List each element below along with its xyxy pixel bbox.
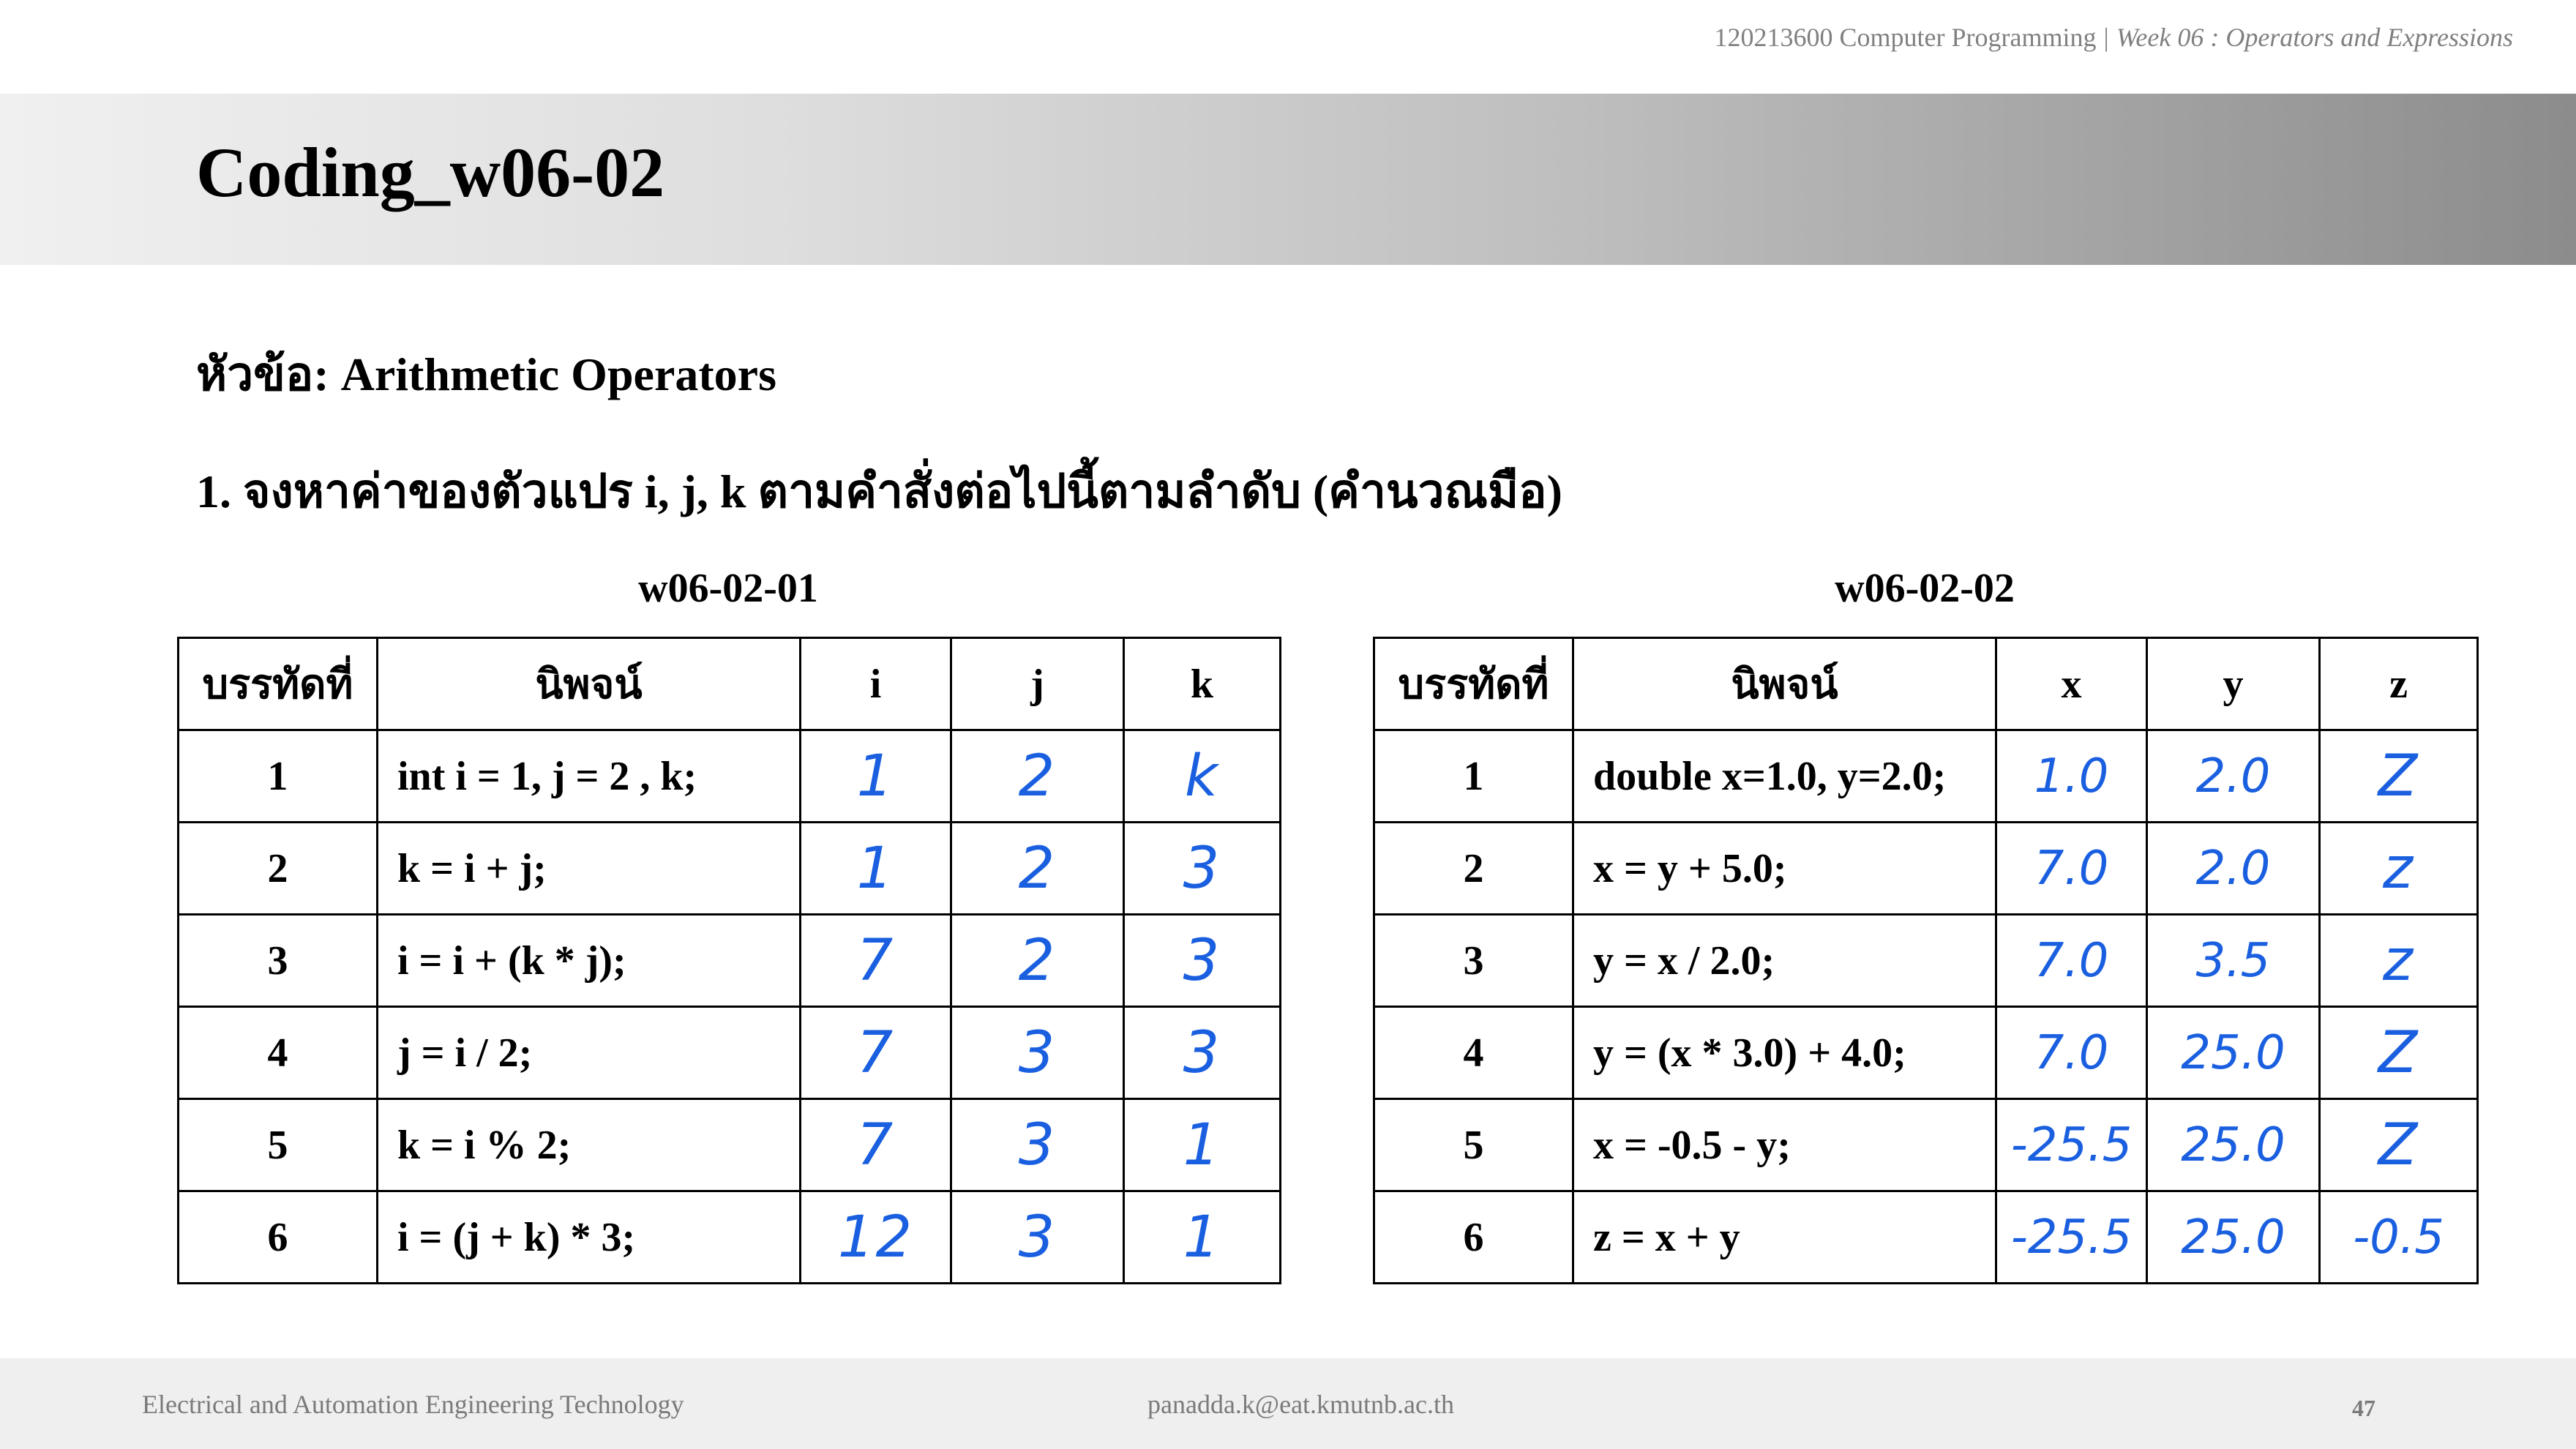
line-number: 1 [177, 729, 378, 823]
answer-k: 1 [1123, 1098, 1281, 1192]
answer-z: Z [2318, 1098, 2479, 1192]
table-caption-w06-02-01: w06-02-01 [638, 566, 818, 611]
table-header-row: บรรทัดที่ นิพจน์ x y z [1373, 637, 2479, 731]
answer-z: Z [2318, 729, 2479, 823]
expression: z = x + y [1572, 1190, 1997, 1284]
line-number: 5 [1373, 1098, 1574, 1192]
answer-k: 3 [1123, 821, 1281, 916]
line-number: 3 [177, 913, 378, 1008]
answer-k: 1 [1123, 1190, 1281, 1284]
answer-y: 3.5 [2146, 913, 2321, 1008]
line-number: 6 [1373, 1190, 1574, 1284]
answer-x: 7.0 [1995, 1006, 2148, 1100]
table-header-row: บรรทัดที่ นิพจน์ i j k [177, 637, 1281, 731]
answer-i: 1 [799, 821, 952, 916]
expression: y = x / 2.0; [1572, 913, 1997, 1008]
page-number: 47 [2352, 1395, 2375, 1421]
answer-z: Z [2318, 1006, 2479, 1100]
slide-title: Coding_w06-02 [196, 133, 665, 211]
course-name: 120213600 Computer Programming [1714, 23, 2097, 52]
answer-x: 1.0 [1995, 729, 2148, 823]
table-row: 5 x = -0.5 - y; -25.5 25.0 Z [1373, 1098, 2479, 1192]
header-expression: นิพจน์ [376, 637, 801, 731]
answer-j: 3 [950, 1098, 1125, 1192]
footer-email: panadda.k@eat.kmutnb.ac.th [1147, 1390, 1455, 1419]
exercise-instruction: 1. จงหาค่าของตัวแปร i, j, k ตามคำสั่งต่อ… [196, 465, 1562, 517]
table-row: 4 j = i / 2; 7 3 3 [177, 1006, 1281, 1100]
line-number: 3 [1373, 913, 1574, 1008]
line-number: 1 [1373, 729, 1574, 823]
week-title: Week 06 : Operators and Expressions [2116, 23, 2513, 52]
expression: k = i % 2; [376, 1098, 801, 1192]
table-row: 1 double x=1.0, y=2.0; 1.0 2.0 Z [1373, 729, 2479, 823]
table-row: 2 k = i + j; 1 2 3 [177, 821, 1281, 916]
answer-y: 2.0 [2146, 821, 2321, 916]
course-header: 120213600 Computer Programming | Week 06 :… [1715, 22, 2513, 53]
header-separator: | [2103, 23, 2109, 52]
table-row: 1 int i = 1, j = 2 , k; 1 2 k [177, 729, 1281, 823]
answer-j: 2 [950, 729, 1125, 823]
expression: i = (j + k) * 3; [376, 1190, 801, 1284]
table-row: 3 i = i + (k * j); 7 2 3 [177, 913, 1281, 1008]
answer-j: 3 [950, 1190, 1125, 1284]
line-number: 6 [177, 1190, 378, 1284]
footer-bar: Electrical and Automation Engineering Te… [0, 1358, 2576, 1449]
answer-y: 2.0 [2146, 729, 2321, 823]
expression: x = -0.5 - y; [1572, 1098, 1997, 1192]
expression: double x=1.0, y=2.0; [1572, 729, 1997, 823]
answer-x: -25.5 [1995, 1098, 2148, 1192]
table-w06-02-02: บรรทัดที่ นิพจน์ x y z 1 double x=1.0, y… [1373, 637, 2479, 1284]
table-row: 5 k = i % 2; 7 3 1 [177, 1098, 1281, 1192]
expression: j = i / 2; [376, 1006, 801, 1100]
line-number: 4 [177, 1006, 378, 1100]
header-line: บรรทัดที่ [177, 637, 378, 731]
answer-i: 1 [799, 729, 952, 823]
line-number: 2 [177, 821, 378, 916]
expression: x = y + 5.0; [1572, 821, 1997, 916]
expression: i = i + (k * j); [376, 913, 801, 1008]
header-line: บรรทัดที่ [1373, 637, 1574, 731]
expression: k = i + j; [376, 821, 801, 916]
answer-z: z [2318, 913, 2479, 1008]
header-expression: นิพจน์ [1572, 637, 1997, 731]
answer-i: 7 [799, 1098, 952, 1192]
answer-x: 7.0 [1995, 913, 2148, 1008]
line-number: 4 [1373, 1006, 1574, 1100]
answer-j: 2 [950, 913, 1125, 1008]
answer-z: -0.5 [2318, 1190, 2479, 1284]
topic-heading: หัวข้อ: Arithmetic Operators [196, 348, 776, 400]
header-var-z: z [2318, 637, 2479, 731]
header-var-y: y [2146, 637, 2321, 731]
table-row: 4 y = (x * 3.0) + 4.0; 7.0 25.0 Z [1373, 1006, 2479, 1100]
table-w06-02-01: บรรทัดที่ นิพจน์ i j k 1 int i = 1, j = … [177, 637, 1281, 1284]
table-row: 6 z = x + y -25.5 25.0 -0.5 [1373, 1190, 2479, 1284]
header-var-x: x [1995, 637, 2148, 731]
answer-y: 25.0 [2146, 1098, 2321, 1192]
answer-y: 25.0 [2146, 1190, 2321, 1284]
answer-z: z [2318, 821, 2479, 916]
answer-i: 7 [799, 1006, 952, 1100]
table-caption-w06-02-02: w06-02-02 [1835, 566, 2015, 611]
header-var-k: k [1123, 637, 1281, 731]
footer-department: Electrical and Automation Engineering Te… [142, 1390, 684, 1419]
table-row: 3 y = x / 2.0; 7.0 3.5 z [1373, 913, 2479, 1008]
header-var-i: i [799, 637, 952, 731]
answer-x: 7.0 [1995, 821, 2148, 916]
expression: int i = 1, j = 2 , k; [376, 729, 801, 823]
line-number: 5 [177, 1098, 378, 1192]
answer-j: 2 [950, 821, 1125, 916]
answer-i: 12 [799, 1190, 952, 1284]
answer-x: -25.5 [1995, 1190, 2148, 1284]
answer-k: 3 [1123, 1006, 1281, 1100]
line-number: 2 [1373, 821, 1574, 916]
answer-k: 3 [1123, 913, 1281, 1008]
table-row: 6 i = (j + k) * 3; 12 3 1 [177, 1190, 1281, 1284]
answer-j: 3 [950, 1006, 1125, 1100]
answer-i: 7 [799, 913, 952, 1008]
table-row: 2 x = y + 5.0; 7.0 2.0 z [1373, 821, 2479, 916]
answer-y: 25.0 [2146, 1006, 2321, 1100]
expression: y = (x * 3.0) + 4.0; [1572, 1006, 1997, 1100]
header-var-j: j [950, 637, 1125, 731]
answer-k: k [1123, 729, 1281, 823]
